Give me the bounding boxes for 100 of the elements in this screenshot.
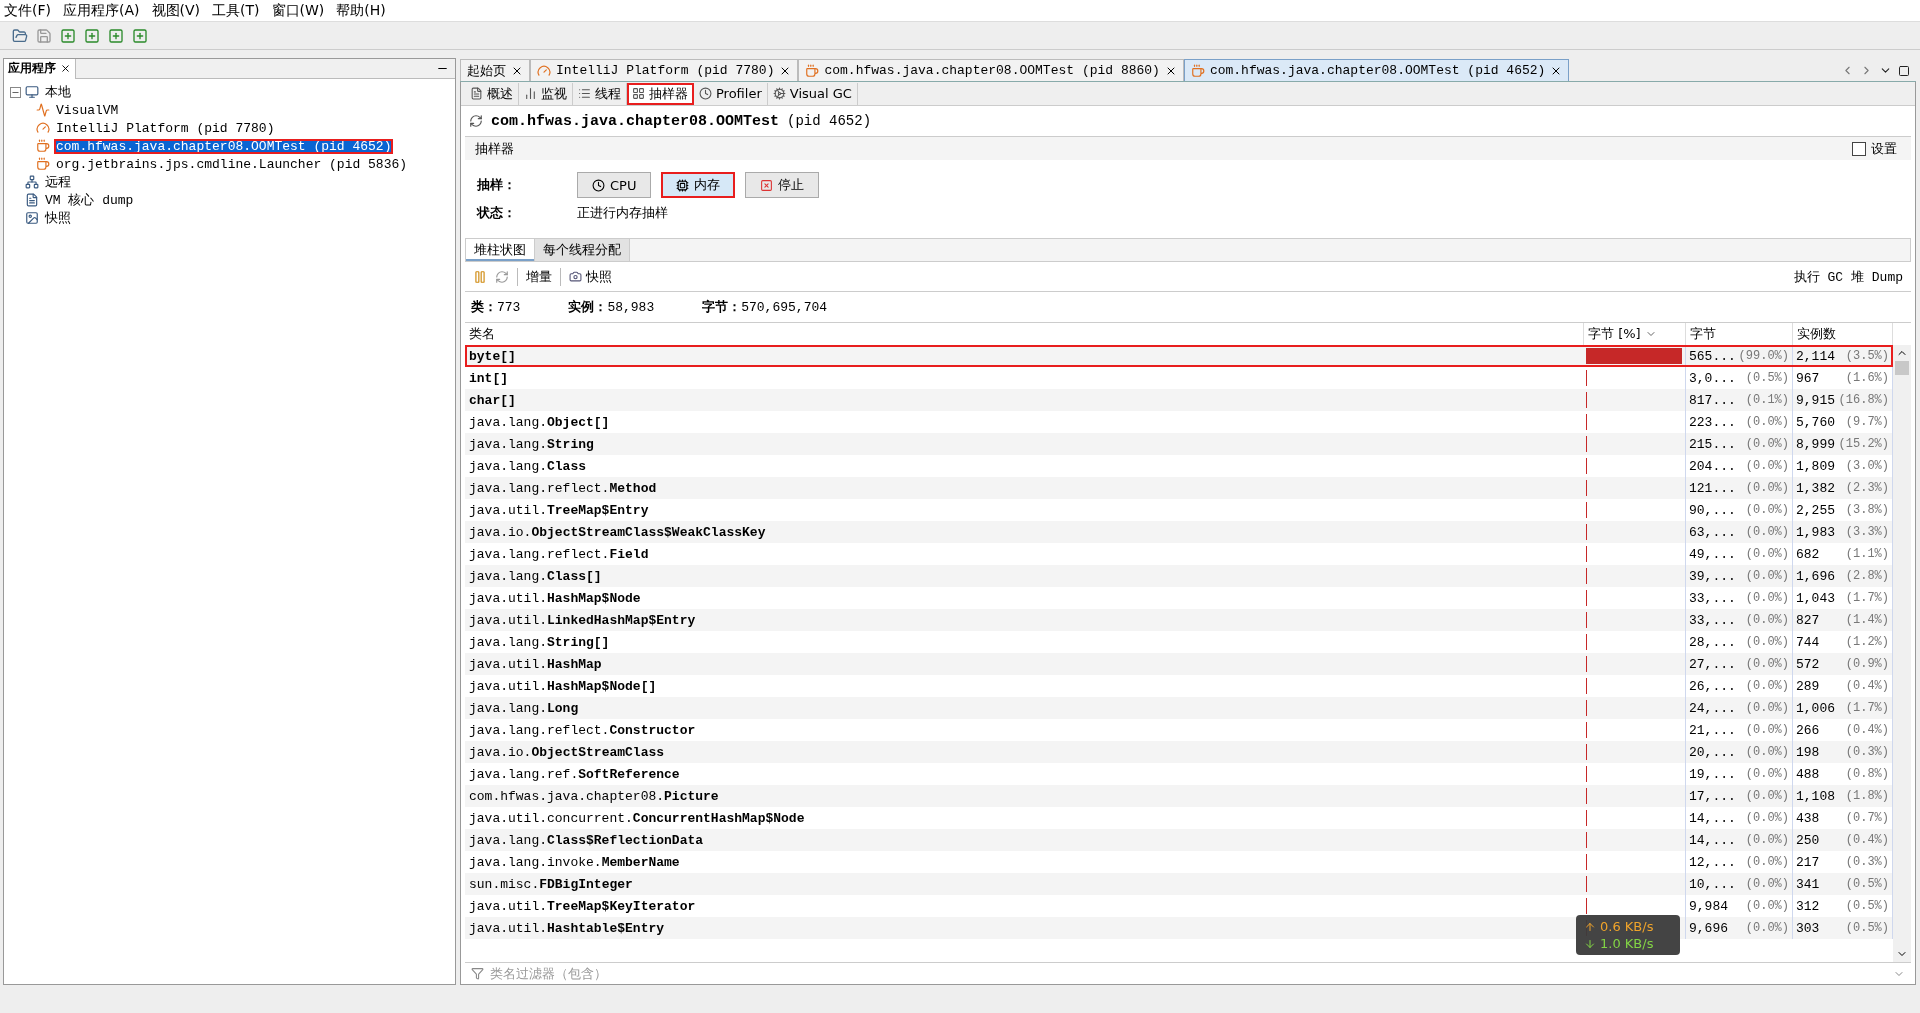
table-cell: (0.0%): [1745, 591, 1789, 605]
table-row[interactable]: com.hfwas.java.chapter08.Picture 17,... (0.0%) 1,108 (1.8%): [465, 785, 1893, 807]
stop-icon: [760, 178, 774, 192]
table-row[interactable]: java.lang.reflect.Method 121... (0.0%) 1,382 (2.3%): [465, 477, 1893, 499]
table-cell: (15.2%): [1838, 437, 1889, 451]
tree-item[interactable]: VisualVM: [54, 102, 121, 118]
document-tab[interactable]: com.hfwas.java.chapter08.OOMTest (pid 4652): [1183, 59, 1570, 81]
add-snapshot-icon[interactable]: [132, 27, 148, 44]
class-name: java.lang.reflect.Field: [468, 546, 650, 562]
table-row[interactable]: java.lang.Class$ReflectionData 14,... (0.0%) 250 (0.4%): [465, 829, 1893, 851]
table-cell: 27,...: [1689, 656, 1736, 672]
table-cell: 9,984: [1689, 898, 1728, 914]
perform-gc-link[interactable]: 执行 GC: [1793, 267, 1843, 286]
tree-item[interactable]: IntelliJ Platform (pid 7780): [54, 120, 277, 136]
process-pid: (pid 4652): [787, 113, 872, 129]
table-row[interactable]: java.lang.String 215... (0.0%) 8,999 (15.2%): [465, 433, 1893, 455]
table-row[interactable]: java.lang.Long 24,... (0.0%) 1,006 (1.7%): [465, 697, 1893, 719]
table-row[interactable]: java.util.HashMap 27,... (0.0%) 572 (0.9%): [465, 653, 1893, 675]
pause-icon[interactable]: [473, 269, 487, 284]
filter-icon: [471, 967, 484, 980]
maximize-icon[interactable]: [1898, 64, 1910, 77]
refresh-icon[interactable]: [495, 269, 509, 284]
table-row[interactable]: java.util.LinkedHashMap$Entry 33,... (0.0%) 827 (1.4%): [465, 609, 1893, 631]
table-cell: (0.4%): [1845, 723, 1889, 737]
view-tab[interactable]: 抽样器: [627, 82, 694, 105]
table-cell: (0.0%): [1745, 811, 1789, 825]
table-row[interactable]: java.lang.Class[] 39,... (0.0%) 1,696 (2.8%): [465, 565, 1893, 587]
open-folder-icon[interactable]: [12, 27, 28, 44]
menu-item[interactable]: 工具(T): [212, 2, 260, 19]
view-tab[interactable]: 堆柱状图: [466, 239, 535, 261]
table-cell: 17,...: [1689, 788, 1736, 804]
class-name: com.hfwas.java.chapter08.Picture: [468, 788, 720, 804]
collapse-toggle[interactable]: [10, 86, 21, 98]
stat-text: 类：773: [471, 298, 521, 316]
add-jmx-icon[interactable]: [84, 27, 100, 44]
table-cell: (2.8%): [1845, 569, 1889, 583]
document-tab[interactable]: IntelliJ Platform (pid 7780): [530, 59, 799, 81]
class-name: char[]: [468, 392, 517, 408]
table-cell: (1.7%): [1845, 701, 1889, 715]
class-name: java.util.HashMap$Node: [468, 590, 642, 606]
class-name: java.util.HashMap: [468, 656, 603, 672]
table-row[interactable]: java.io.ObjectStreamClass$WeakClassKey 63,... (0.0%) 1,983 (3.3%): [465, 521, 1893, 543]
table-cell: (0.0%): [1745, 525, 1789, 539]
sample-button[interactable]: 停止: [745, 172, 820, 198]
gauge-icon: [36, 121, 50, 135]
table-cell: 39,...: [1689, 568, 1736, 584]
table-cell: 9,915: [1796, 392, 1835, 408]
table-cell: 24,...: [1689, 700, 1736, 716]
save-icon[interactable]: [36, 27, 52, 44]
heap-dump-link[interactable]: 堆 Dump: [1851, 267, 1903, 286]
class-name: byte[]: [468, 348, 517, 364]
loading-icon: [469, 114, 483, 128]
tree-item[interactable]: 本地: [43, 83, 73, 101]
table-row[interactable]: char[] 817... (0.1%) 9,915 (16.8%): [465, 389, 1893, 411]
class-name: int[]: [468, 370, 509, 386]
table-cell: (1.4%): [1845, 613, 1889, 627]
panel-tab[interactable]: 应用程序: [4, 58, 76, 79]
view-tab[interactable]: 监视: [519, 82, 573, 105]
table-cell: 1,809: [1796, 458, 1835, 474]
menu-item[interactable]: 文件(F): [4, 2, 51, 19]
scrollbar[interactable]: [1893, 345, 1911, 962]
view-tab[interactable]: Profiler: [694, 82, 768, 105]
settings-checkbox[interactable]: [1852, 141, 1866, 156]
table-cell: 33,...: [1689, 590, 1736, 606]
table-row[interactable]: sun.misc.FDBigInteger 10,... (0.0%) 341 (0.5%): [465, 873, 1893, 895]
add-host-icon[interactable]: [60, 27, 76, 44]
snapshot-button[interactable]: 快照: [569, 267, 612, 286]
tree-item[interactable]: com.hfwas.java.chapter08.OOMTest (pid 4652): [54, 138, 394, 154]
table-cell: 5,760: [1796, 414, 1835, 430]
tree-item[interactable]: VM 核心 dump: [43, 191, 136, 209]
table-cell: 1,696: [1796, 568, 1835, 584]
menu-item[interactable]: 视图(V): [151, 2, 200, 19]
class-name: java.lang.reflect.Constructor: [468, 722, 697, 738]
filter-field[interactable]: 类名过滤器（包含）: [488, 965, 1889, 982]
add-dump-icon[interactable]: [108, 27, 124, 44]
chip-icon: [676, 178, 690, 192]
view-tab[interactable]: 每个线程分配: [535, 239, 630, 261]
menu-item[interactable]: 应用程序(A): [63, 2, 140, 19]
sample-button[interactable]: CPU: [577, 172, 652, 198]
menu-item[interactable]: 窗口(W): [271, 2, 325, 19]
view-tab[interactable]: 概述: [465, 82, 519, 105]
field-label: 抽样：: [477, 176, 517, 194]
view-tab[interactable]: Visual GC: [767, 82, 858, 105]
table-row[interactable]: java.io.ObjectStreamClass 20,... (0.0%) 198 (0.3%): [465, 741, 1893, 763]
table-cell: (0.0%): [1745, 437, 1789, 451]
table-row[interactable]: byte[] 565... (99.0%) 2,114 (3.5%): [465, 345, 1893, 367]
class-name: java.io.ObjectStreamClass: [468, 744, 666, 760]
close-icon[interactable]: [60, 63, 71, 74]
download-speed: 1.0 KB/s: [1600, 936, 1654, 951]
menu-item[interactable]: 帮助(H): [336, 2, 386, 19]
document-tab[interactable]: 起始页: [460, 59, 530, 81]
tree-item[interactable]: 快照: [43, 209, 73, 227]
tree-item[interactable]: org.jetbrains.jps.cmdline.Launcher (pid 5836): [54, 156, 410, 172]
delta-button[interactable]: 增量: [526, 267, 552, 286]
list-icon: [578, 87, 591, 100]
table-cell: (0.0%): [1745, 635, 1789, 649]
tree-item[interactable]: 远程: [43, 173, 73, 191]
scrollbar-thumb[interactable]: [1895, 361, 1909, 375]
document-tab[interactable]: com.hfwas.java.chapter08.OOMTest (pid 8860): [798, 59, 1184, 81]
sample-button[interactable]: 内存: [661, 172, 736, 198]
